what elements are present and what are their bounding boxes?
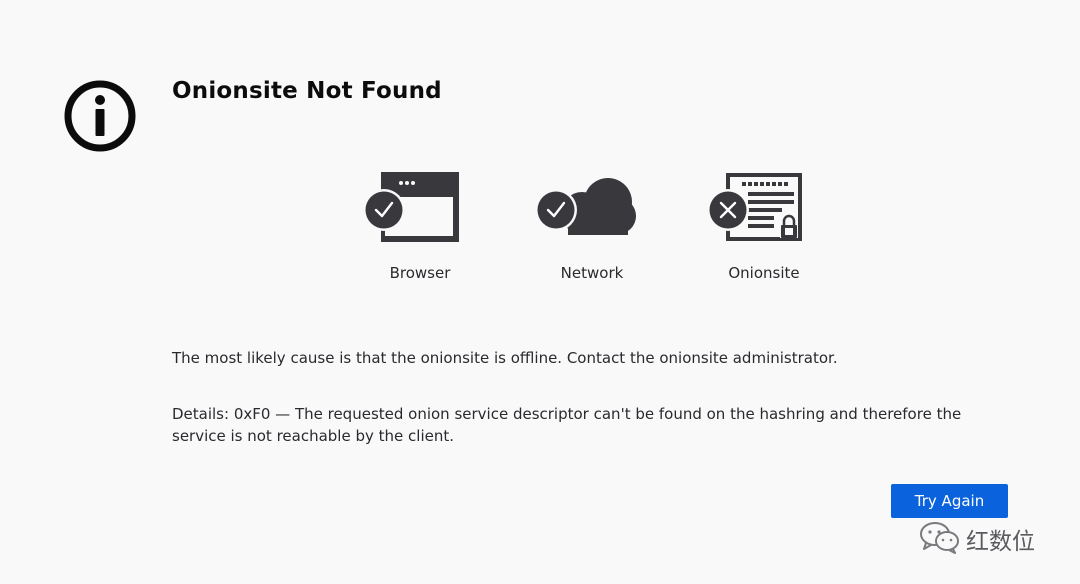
onionsite-server-icon xyxy=(707,173,802,241)
error-details: Details: 0xF0 — The requested onion serv… xyxy=(172,405,962,445)
browser-window-icon xyxy=(363,172,459,242)
watermark: 红数位 xyxy=(918,518,1058,558)
info-icon xyxy=(64,80,136,152)
wechat-logo-icon xyxy=(920,522,959,554)
error-description: The most likely cause is that the onions… xyxy=(172,349,838,367)
cloud-icon xyxy=(535,178,636,235)
step-label-browser: Browser xyxy=(389,264,451,282)
connection-step-onionsite: Onionsite xyxy=(678,170,850,290)
connection-step-network: Network xyxy=(506,170,678,290)
page-title: Onionsite Not Found xyxy=(172,78,442,104)
connection-step-browser: Browser xyxy=(334,170,506,290)
step-label-onionsite: Onionsite xyxy=(728,264,800,282)
watermark-text: 红数位 xyxy=(966,529,1035,555)
step-label-network: Network xyxy=(560,264,624,282)
try-again-button[interactable]: Try Again xyxy=(891,484,1008,518)
